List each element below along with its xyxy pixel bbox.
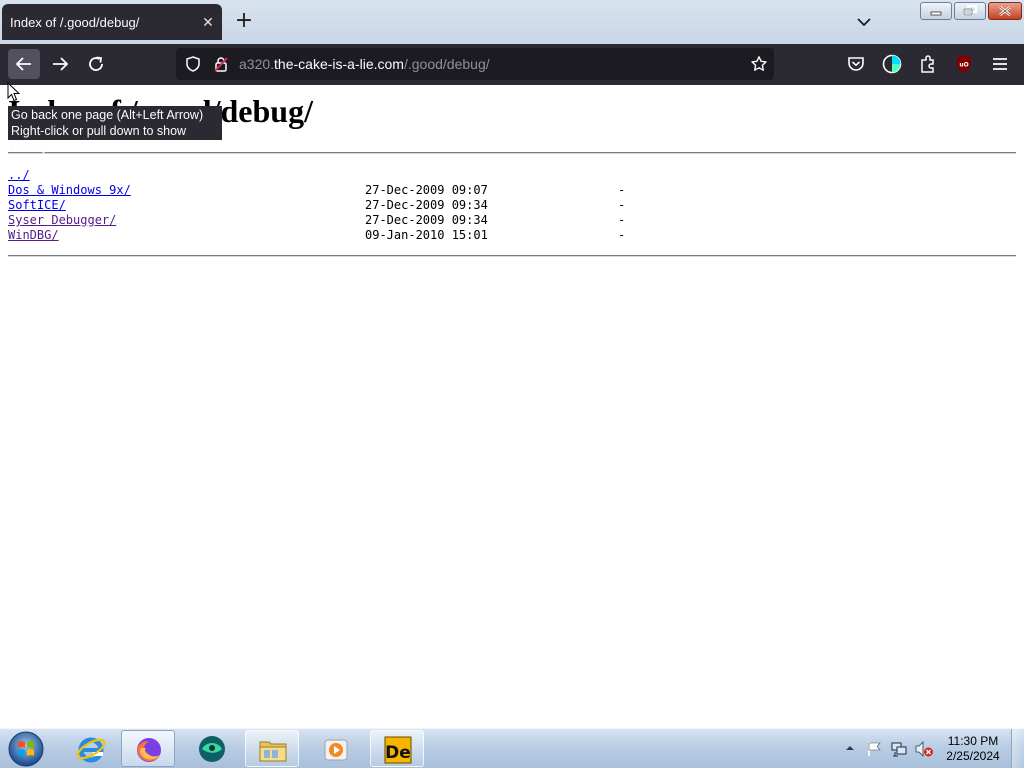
- restore-button[interactable]: [954, 2, 986, 20]
- show-hidden-icons-button[interactable]: [845, 743, 855, 753]
- reload-button[interactable]: [80, 49, 112, 79]
- restore-icon: [963, 5, 977, 16]
- tab-active[interactable]: Index of /.good/debug/ ✕: [2, 4, 222, 40]
- list-all-tabs-button[interactable]: [852, 10, 876, 34]
- entry-link[interactable]: WinDBG/: [8, 228, 59, 243]
- clock-time: 11:30 PM: [947, 734, 999, 748]
- entry-date: 09-Jan-2010 15:01: [365, 228, 488, 242]
- url-bar[interactable]: a320.the-cake-is-a-lie.com/.good/debug/: [176, 48, 774, 80]
- back-button[interactable]: [8, 49, 40, 79]
- entry-date: 27-Dec-2009 09:34: [365, 198, 488, 212]
- clock-date: 2/25/2024: [946, 749, 1000, 763]
- forward-button[interactable]: [44, 49, 76, 79]
- start-button[interactable]: [6, 730, 46, 768]
- divider-bottom: [8, 255, 1016, 257]
- tab-strip: Index of /.good/debug/ ✕ +: [0, 0, 1024, 44]
- tracking-protection-shield-icon[interactable]: [184, 55, 202, 73]
- system-clock[interactable]: 11:30 PM 2/25/2024: [940, 734, 1006, 764]
- extensions-puzzle-icon[interactable]: [916, 52, 940, 76]
- taskbar-media-player[interactable]: [309, 730, 363, 767]
- tooltip-line-1: Go back one page (Alt+Left Arrow): [11, 108, 204, 122]
- svg-text:De: De: [385, 743, 411, 763]
- network-icon[interactable]: [890, 740, 908, 758]
- entry-link[interactable]: SoftICE/: [8, 198, 66, 213]
- svg-text:uO: uO: [959, 62, 968, 69]
- page-content: Index of /.good/debug/ ../ Dos & Windows…: [0, 85, 1024, 728]
- new-tab-button[interactable]: +: [232, 10, 256, 34]
- minimize-icon: [930, 11, 942, 16]
- close-window-button[interactable]: [988, 2, 1022, 20]
- url-text[interactable]: a320.the-cake-is-a-lie.com/.good/debug/: [239, 56, 490, 72]
- app-icon: [199, 736, 225, 762]
- entry-size: -: [618, 213, 626, 227]
- url-prefix: a320.: [239, 56, 275, 72]
- close-window-icon: [999, 5, 1011, 17]
- mouse-pointer-icon: [7, 82, 21, 102]
- bookmark-star-icon[interactable]: [750, 55, 768, 73]
- back-arrow-icon: [15, 57, 31, 71]
- entry-link[interactable]: Syser Debugger/: [8, 213, 116, 228]
- file-explorer-icon: [259, 741, 287, 762]
- insecure-lock-icon[interactable]: [212, 55, 230, 73]
- entry-date: 27-Dec-2009 09:34: [365, 213, 488, 227]
- back-button-tooltip: Go back one page (Alt+Left Arrow) Right-…: [8, 106, 222, 154]
- taskbar-file-explorer[interactable]: [245, 730, 299, 767]
- pocket-icon[interactable]: [844, 52, 868, 76]
- taskbar-app[interactable]: [185, 730, 239, 767]
- url-domain: the-cake-is-a-lie.com: [274, 56, 404, 72]
- close-icon[interactable]: ✕: [198, 12, 218, 32]
- reload-icon: [89, 56, 103, 71]
- taskbar: De 11:30 PM 2/25/2024: [0, 728, 1024, 768]
- taskbar-firefox[interactable]: [121, 730, 175, 767]
- de-app-icon: De: [384, 736, 412, 764]
- parent-directory-link[interactable]: ../: [8, 168, 30, 183]
- media-player-icon: [324, 739, 348, 761]
- window-controls: [920, 2, 1022, 20]
- tooltip-line-2: Right-click or pull down to show history: [11, 124, 187, 154]
- forward-arrow-icon: [53, 57, 69, 71]
- entry-link[interactable]: Dos & Windows 9x/: [8, 183, 131, 198]
- tab-title: Index of /.good/debug/: [10, 15, 140, 30]
- entry-size: -: [618, 228, 626, 242]
- firefox-icon: [137, 738, 161, 762]
- action-center-flag-icon[interactable]: [866, 740, 884, 758]
- internet-explorer-icon: [76, 737, 106, 763]
- url-path: /.good/debug/: [403, 56, 490, 72]
- entry-size: -: [618, 183, 626, 197]
- account-sync-icon[interactable]: [880, 52, 904, 76]
- minimize-button[interactable]: [920, 2, 952, 20]
- ublock-origin-icon[interactable]: uO: [952, 52, 976, 76]
- taskbar-internet-explorer[interactable]: [64, 730, 118, 767]
- chevron-down-icon: [857, 18, 871, 27]
- navigation-toolbar: a320.the-cake-is-a-lie.com/.good/debug/ …: [0, 44, 1024, 85]
- entry-size: -: [618, 198, 626, 212]
- menu-hamburger-icon[interactable]: [988, 52, 1012, 76]
- volume-muted-icon[interactable]: [914, 740, 934, 758]
- entry-date: 27-Dec-2009 09:07: [365, 183, 488, 197]
- taskbar-de-app[interactable]: De: [370, 730, 424, 767]
- show-desktop-button[interactable]: [1011, 729, 1024, 768]
